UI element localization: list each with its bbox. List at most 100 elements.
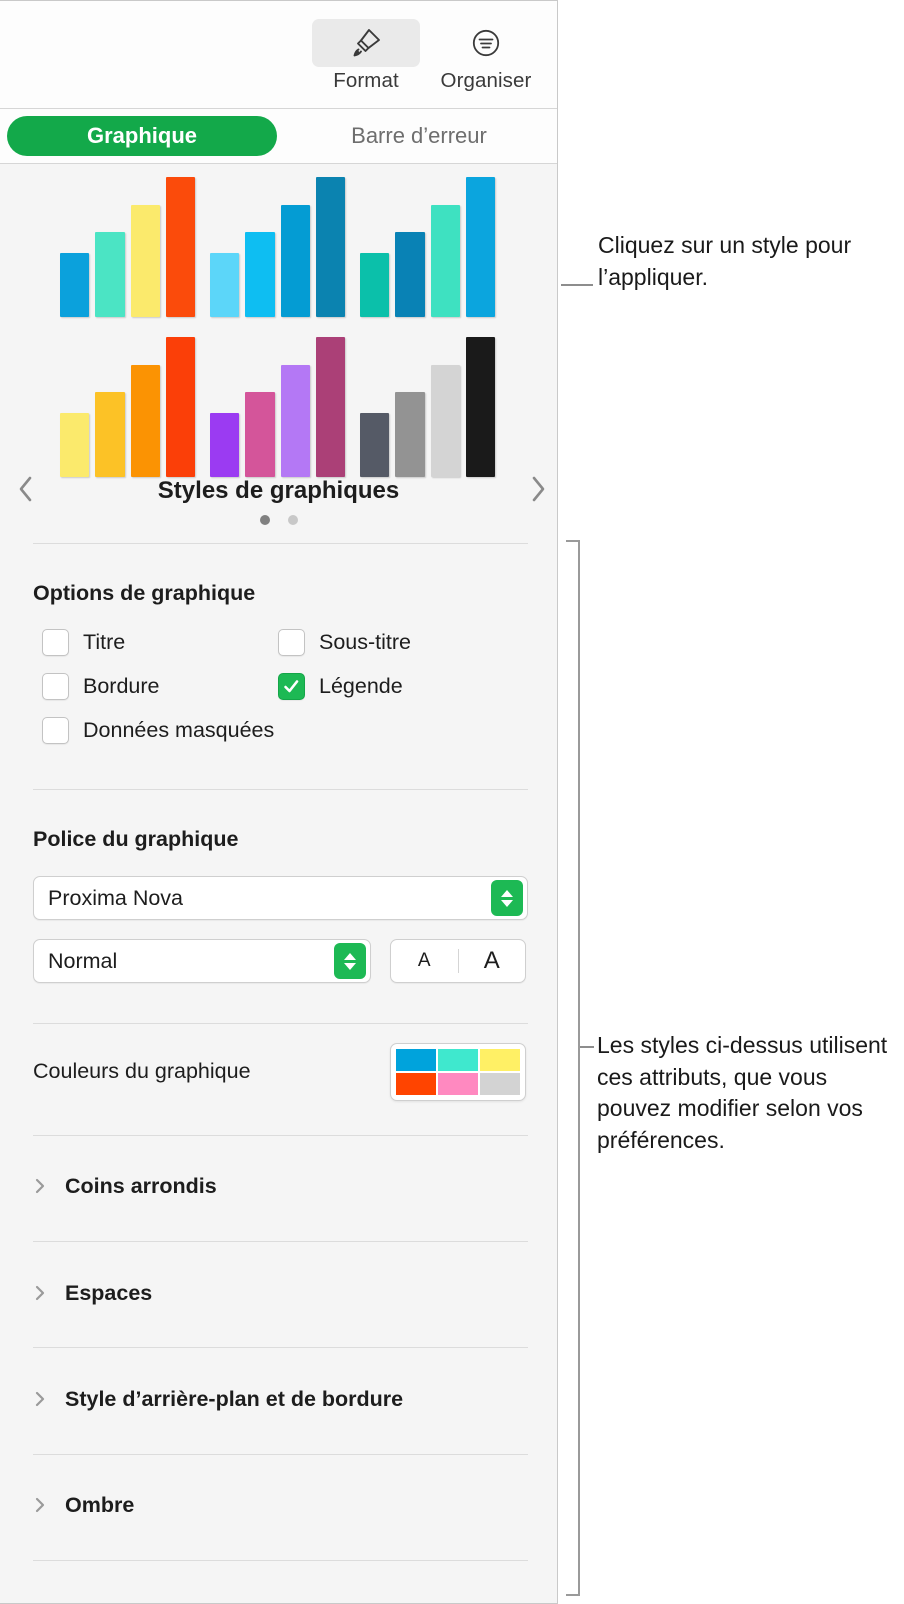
chart-colors-button[interactable] <box>390 1043 526 1101</box>
thumbnail-bar <box>360 252 390 317</box>
format-tab-button[interactable]: Format <box>312 19 420 93</box>
format-tab-label: Format <box>333 69 399 92</box>
font-style-select[interactable]: Normal <box>33 939 371 983</box>
checkbox-box <box>42 717 69 744</box>
font-family-value: Proxima Nova <box>48 885 184 910</box>
section-espaces[interactable]: Espaces <box>33 1273 528 1313</box>
thumbnail-bar <box>130 205 160 317</box>
inspector-toolbar: Format Organiser <box>0 1 557 109</box>
thumbnail-bar <box>395 231 425 317</box>
thumbnail-bar <box>210 412 240 477</box>
chevron-right-icon <box>33 1389 57 1409</box>
color-swatch <box>438 1073 478 1095</box>
thumbnail-bar <box>95 231 125 317</box>
section-label: Ombre <box>65 1492 135 1517</box>
section-style-arriere-plan[interactable]: Style d’arrière-plan et de bordure <box>33 1379 528 1419</box>
thumbnail-bar <box>280 205 310 317</box>
tab-barre-derreur[interactable]: Barre d’erreur <box>285 116 553 156</box>
format-inspector-panel: Format Organiser Graphique Barre d’erreu… <box>0 0 558 1604</box>
color-swatch <box>396 1073 436 1095</box>
divider <box>33 1135 528 1136</box>
callout-text-bottom: Les styles ci-dessus utilisent ces attri… <box>597 1032 888 1154</box>
checkbox-legende[interactable]: Légende <box>278 673 403 700</box>
stepper-icon[interactable] <box>491 880 523 916</box>
arrange-icon <box>432 19 540 67</box>
thumbnail-bar <box>315 177 345 317</box>
page-dot[interactable] <box>259 515 270 525</box>
checkbox-label: Titre <box>83 630 126 654</box>
checkbox-box <box>278 673 305 700</box>
thumbnail-bar <box>315 337 345 477</box>
checkbox-label: Sous-titre <box>319 630 412 654</box>
style-thumbnail-grid <box>52 177 512 477</box>
organiser-tab-label: Organiser <box>440 69 532 92</box>
color-swatch-grid <box>396 1049 520 1095</box>
chart-style-thumbnail[interactable] <box>60 337 195 477</box>
color-swatch <box>396 1049 436 1071</box>
checkbox-box <box>42 673 69 700</box>
checkbox-label: Bordure <box>83 674 160 698</box>
checkbox-box <box>42 629 69 656</box>
organiser-tab-button[interactable]: Organiser <box>432 19 540 93</box>
chevron-right-icon <box>33 1283 57 1303</box>
chart-style-thumbnail[interactable] <box>360 337 495 477</box>
divider <box>33 1023 528 1024</box>
page-dot[interactable] <box>287 515 298 525</box>
chart-style-thumbnail[interactable] <box>60 177 195 317</box>
divider <box>33 543 528 544</box>
checkbox-bordure[interactable]: Bordure <box>42 673 160 700</box>
callout-bracket <box>566 540 580 1596</box>
divider <box>33 1241 528 1242</box>
chevron-right-icon <box>33 1176 57 1196</box>
section-coins-arrondis[interactable]: Coins arrondis <box>33 1166 528 1206</box>
thumbnail-bar <box>360 412 390 477</box>
checkbox-donnees-masquees[interactable]: Données masquées <box>42 717 274 744</box>
thumbnail-bar <box>280 365 310 477</box>
increase-font-size-button[interactable]: A <box>459 947 526 975</box>
thumbnail-bar <box>60 412 90 477</box>
thumbnail-bar <box>165 337 195 477</box>
checkbox-label: Données masquées <box>83 718 275 742</box>
chart-style-thumbnail[interactable] <box>210 177 345 317</box>
chart-styles-gallery: Styles de graphiques <box>0 165 557 543</box>
divider <box>33 1454 528 1455</box>
stepper-icon[interactable] <box>334 943 366 979</box>
checkbox-sous-titre[interactable]: Sous-titre <box>278 629 411 656</box>
thumbnail-bar <box>430 365 460 477</box>
color-swatch <box>480 1073 520 1095</box>
thumbnail-bar <box>465 337 495 477</box>
color-swatch <box>438 1049 478 1071</box>
divider <box>33 789 528 790</box>
thumbnail-bar <box>245 231 275 317</box>
chart-style-thumbnail[interactable] <box>360 177 495 317</box>
section-label: Espaces <box>65 1280 153 1305</box>
thumbnail-bar <box>430 205 460 317</box>
tab-graphique[interactable]: Graphique <box>7 116 277 156</box>
divider <box>33 1560 528 1561</box>
decrease-font-size-button[interactable]: A <box>391 950 458 972</box>
inspector-tab-bar: Graphique Barre d’erreur <box>0 109 557 164</box>
thumbnail-bar <box>60 252 90 317</box>
inspector-screenshot: Format Organiser Graphique Barre d’erreu… <box>0 0 904 1604</box>
section-ombre[interactable]: Ombre <box>33 1485 528 1525</box>
chart-style-thumbnail[interactable] <box>210 337 345 477</box>
divider <box>33 1347 528 1348</box>
thumbnail-bar <box>395 391 425 477</box>
gallery-page-dots <box>0 515 557 525</box>
color-swatch <box>480 1049 520 1071</box>
paintbrush-icon <box>312 19 420 67</box>
callout-leader-line-top <box>561 284 593 286</box>
font-family-select[interactable]: Proxima Nova <box>33 876 528 920</box>
chevron-right-icon <box>33 1495 57 1515</box>
callout-text-top: Cliquez sur un style pour l’appliquer. <box>598 232 852 290</box>
thumbnail-bar <box>130 365 160 477</box>
section-label: Style d’arrière-plan et de bordure <box>65 1386 404 1411</box>
font-style-value: Normal <box>48 948 118 973</box>
thumbnail-bar <box>95 391 125 477</box>
chart-colors-label: Couleurs du graphique <box>33 1059 251 1083</box>
thumbnail-bar <box>165 177 195 317</box>
thumbnail-bar <box>210 252 240 317</box>
checkbox-label: Légende <box>319 674 403 698</box>
checkbox-titre[interactable]: Titre <box>42 629 125 656</box>
thumbnail-bar <box>245 391 275 477</box>
